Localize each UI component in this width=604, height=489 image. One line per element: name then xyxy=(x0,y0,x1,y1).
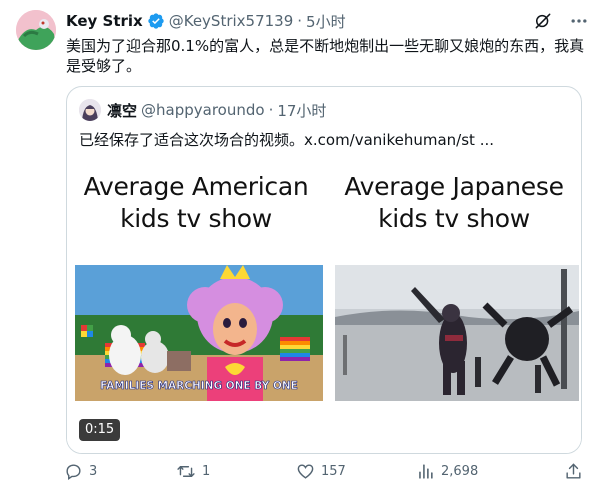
right-caption-line1: Average Japanese xyxy=(344,172,564,201)
quoted-author-handle: @happyaroundo xyxy=(141,101,265,119)
reply-button[interactable]: 3 xyxy=(64,462,97,481)
views-button[interactable]: 2,698 xyxy=(416,462,478,481)
retweet-count: 1 xyxy=(202,464,211,479)
views-count: 2,698 xyxy=(441,464,479,479)
quoted-tweet-header: 凛空 @happyaroundo · 17小时 xyxy=(79,99,326,121)
video-player[interactable]: Average American kids tv show Average Ja… xyxy=(67,157,581,453)
left-caption-line1: Average American xyxy=(83,172,309,201)
grok-icon[interactable] xyxy=(532,10,554,32)
reply-count: 3 xyxy=(89,464,98,479)
tweet-header: Key Strix @KeyStrix57139 · 5小时 xyxy=(66,10,346,32)
tweet-actions: 3 1 157 2,698 xyxy=(64,462,588,484)
share-button[interactable] xyxy=(564,462,589,481)
cartoon-video-frame: FAMILIES MARCHING ONE BY ONE xyxy=(75,265,323,401)
quoted-separator-dot: · xyxy=(268,101,274,119)
reply-icon xyxy=(66,464,81,480)
retweet-button[interactable]: 1 xyxy=(176,462,210,481)
quoted-author-name: 凛空 xyxy=(107,101,138,120)
more-options-icon[interactable] xyxy=(568,10,590,32)
live-action-video-frame xyxy=(335,265,579,401)
left-caption: Average American kids tv show xyxy=(67,171,325,235)
tweet-time[interactable]: 5小时 xyxy=(306,11,346,32)
right-caption-line2: kids tv show xyxy=(378,204,530,233)
separator-dot: · xyxy=(297,12,303,30)
like-count: 157 xyxy=(321,464,346,479)
quoted-tweet[interactable]: 凛空 @happyaroundo · 17小时 已经保存了适合这次场合的视频。x… xyxy=(66,86,582,454)
verified-badge-icon xyxy=(147,12,165,30)
tweet-text: 美国为了迎合那0.1%的富人，总是不断地炮制出一些无聊又娘炮的东西，我真是受够了… xyxy=(66,37,585,75)
quoted-tweet-text: 已经保存了适合这次场合的视频。x.com/vanikehuman/st ... xyxy=(79,131,495,149)
share-icon xyxy=(566,463,581,479)
right-caption: Average Japanese kids tv show xyxy=(325,171,581,235)
views-chart-icon xyxy=(419,464,433,479)
quoted-author-avatar[interactable] xyxy=(79,99,101,121)
author-handle[interactable]: @KeyStrix57139 xyxy=(169,12,294,30)
left-caption-line2: kids tv show xyxy=(120,204,272,233)
quoted-tweet-time: 17小时 xyxy=(277,101,327,120)
retweet-icon xyxy=(177,466,195,477)
heart-icon xyxy=(297,464,314,479)
author-name[interactable]: Key Strix xyxy=(66,12,143,30)
like-button[interactable]: 157 xyxy=(296,462,346,481)
cartoon-frame-caption: FAMILIES MARCHING ONE BY ONE xyxy=(100,380,298,392)
video-duration-badge: 0:15 xyxy=(79,419,121,441)
author-avatar[interactable] xyxy=(16,10,56,50)
header-actions xyxy=(532,10,590,32)
tweet[interactable]: Key Strix @KeyStrix57139 · 5小时 美国为了迎合那0.… xyxy=(0,0,604,489)
